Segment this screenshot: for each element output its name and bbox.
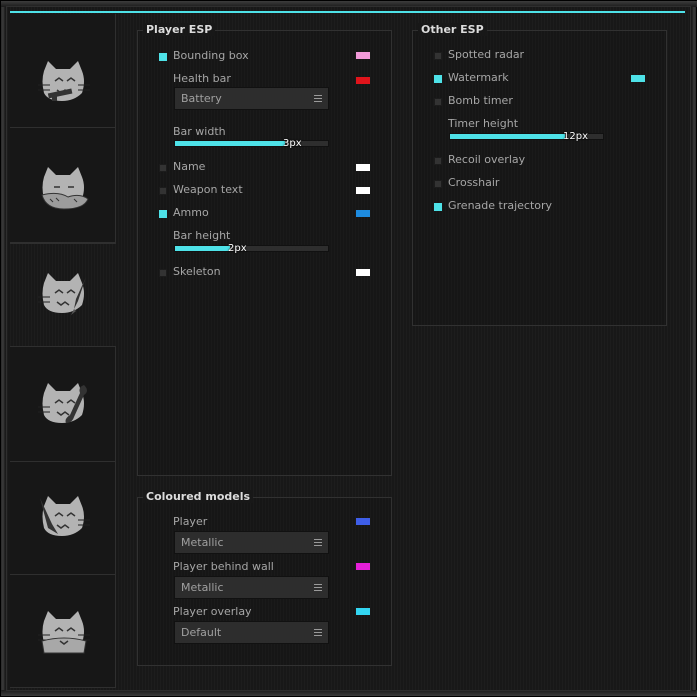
health-bar-label: Health bar	[173, 72, 231, 85]
tab-misc[interactable]	[10, 347, 116, 462]
ammo-checkbox[interactable]	[159, 210, 167, 218]
skeleton-checkbox[interactable]	[159, 269, 167, 277]
player-behind-wall-material-value: Metallic	[181, 581, 224, 594]
other-esp-group: Other ESP Spotted radar Watermark Bomb t…	[412, 23, 667, 326]
player-overlay-color[interactable]	[356, 608, 370, 615]
bounding-box-color[interactable]	[356, 52, 370, 59]
ammo-color[interactable]	[356, 210, 370, 217]
player-behind-wall-color[interactable]	[356, 563, 370, 570]
bar-height-slider-fill	[175, 246, 230, 251]
cat-aim-icon	[38, 61, 90, 101]
cat-wrench-icon	[38, 383, 87, 423]
cat-knife-icon	[40, 496, 90, 536]
cat-paint-icon	[38, 273, 86, 315]
recoil-overlay-checkbox[interactable]	[434, 157, 442, 165]
player-model-color[interactable]	[356, 518, 370, 525]
coloured-models-group: Coloured models Player Metallic Player b…	[137, 490, 392, 666]
watermark-label: Watermark	[448, 71, 509, 84]
ammo-label: Ammo	[173, 206, 209, 219]
weapon-text-color[interactable]	[356, 187, 370, 194]
timer-height-label: Timer height	[448, 117, 519, 130]
bounding-box-checkbox[interactable]	[159, 53, 167, 61]
crosshair-checkbox[interactable]	[434, 180, 442, 188]
watermark-checkbox[interactable]	[434, 75, 442, 83]
player-overlay-label: Player overlay	[173, 605, 252, 618]
player-overlay-material-dropdown[interactable]: Default	[174, 621, 329, 644]
player-material-value: Metallic	[181, 536, 224, 549]
hamburger-icon	[314, 539, 322, 546]
grenade-trajectory-label: Grenade trajectory	[448, 199, 553, 212]
tab-skins[interactable]	[10, 462, 116, 575]
player-overlay-material-value: Default	[181, 626, 222, 639]
bounding-box-label: Bounding box	[173, 49, 249, 62]
sidebar	[10, 14, 117, 688]
hamburger-icon	[314, 629, 322, 636]
cat-blanket-icon	[38, 611, 90, 654]
grenade-trajectory-checkbox[interactable]	[434, 203, 442, 211]
name-color[interactable]	[356, 164, 370, 171]
player-esp-group: Player ESP Bounding box Health bar Batte…	[137, 23, 392, 476]
name-label: Name	[173, 160, 206, 173]
name-checkbox[interactable]	[159, 164, 167, 172]
accent-bar	[10, 11, 685, 13]
bar-height-label: Bar height	[173, 229, 231, 242]
timer-height-slider[interactable]: 12px	[449, 131, 604, 142]
tab-config[interactable]	[10, 575, 116, 688]
bar-width-slider[interactable]: 3px	[174, 138, 329, 149]
tab-visuals[interactable]	[10, 243, 116, 347]
bomb-timer-checkbox[interactable]	[434, 98, 442, 106]
hamburger-icon	[314, 584, 322, 591]
skeleton-label: Skeleton	[173, 265, 221, 278]
player-material-dropdown[interactable]: Metallic	[174, 531, 329, 554]
coloured-models-title: Coloured models	[143, 490, 254, 503]
timer-height-value: 12px	[563, 131, 588, 142]
other-esp-title: Other ESP	[418, 23, 487, 36]
bar-height-slider[interactable]: 2px	[174, 243, 329, 254]
player-behind-wall-material-dropdown[interactable]: Metallic	[174, 576, 329, 599]
player-behind-wall-label: Player behind wall	[173, 560, 274, 573]
bar-width-value: 3px	[283, 138, 302, 149]
cat-sleep-icon	[41, 167, 89, 210]
player-esp-title: Player ESP	[143, 23, 216, 36]
weapon-text-checkbox[interactable]	[159, 187, 167, 195]
bar-height-value: 2px	[228, 243, 247, 254]
health-bar-style-dropdown[interactable]: Battery	[174, 87, 329, 110]
timer-height-slider-fill	[450, 134, 565, 139]
bomb-timer-label: Bomb timer	[448, 94, 513, 107]
hamburger-icon	[314, 95, 322, 102]
spotted-radar-checkbox[interactable]	[434, 52, 442, 60]
health-bar-style-value: Battery	[181, 92, 222, 105]
tab-visuals-sleep[interactable]	[10, 128, 116, 243]
skeleton-color[interactable]	[356, 269, 370, 276]
crosshair-label: Crosshair	[448, 176, 500, 189]
player-model-label: Player	[173, 515, 208, 528]
bar-width-label: Bar width	[173, 125, 226, 138]
tab-aimbot[interactable]	[10, 14, 116, 128]
watermark-color[interactable]	[631, 75, 645, 82]
bar-width-slider-fill	[175, 141, 285, 146]
recoil-overlay-label: Recoil overlay	[448, 153, 526, 166]
spotted-radar-label: Spotted radar	[448, 48, 525, 61]
weapon-text-label: Weapon text	[173, 183, 243, 196]
health-bar-color[interactable]	[356, 77, 370, 84]
